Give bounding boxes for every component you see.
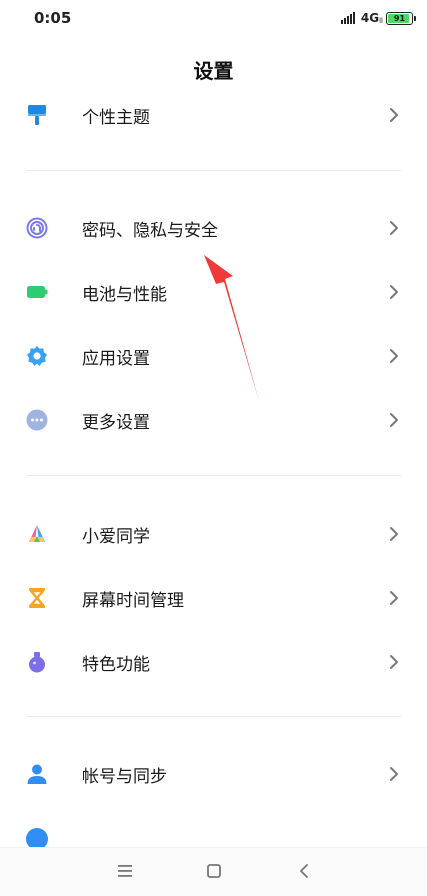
network-sub-label: ll [379, 17, 383, 25]
settings-item-password-privacy[interactable]: 密码、隐私与安全 [0, 199, 427, 257]
chevron-right-icon [390, 413, 398, 427]
settings-item-battery-performance[interactable]: 电池与性能 [0, 263, 427, 321]
more-dots-icon [26, 409, 48, 431]
battery-icon [27, 286, 48, 298]
battery-icon: 91 [386, 11, 416, 25]
chevron-right-icon [390, 767, 398, 781]
fingerprint-icon [26, 217, 48, 239]
settings-item-more-settings[interactable]: 更多设置 [0, 391, 427, 449]
gear-icon [27, 346, 47, 366]
settings-item-label: 小爱同学 [82, 527, 150, 547]
back-icon[interactable] [299, 863, 309, 879]
group-divider [26, 716, 401, 717]
settings-item-account-sync[interactable]: 帐号与同步 [0, 745, 427, 803]
network-label: 4G [360, 11, 380, 25]
chevron-right-icon [390, 655, 398, 669]
settings-item-xiaoai[interactable]: 小爱同学 [0, 505, 427, 563]
group-divider [26, 475, 401, 476]
settings-item-app-settings[interactable]: 应用设置 [0, 327, 427, 385]
chevron-right-icon [390, 527, 398, 541]
status-time: 0:05 [34, 9, 72, 27]
network-type: 4Gll [361, 11, 383, 25]
settings-item-label: 特色功能 [82, 655, 150, 675]
chevron-right-icon [390, 108, 398, 122]
settings-item-label: 更多设置 [82, 413, 150, 433]
status-indicators: 4Gll 91 [340, 10, 416, 26]
settings-item-special-features[interactable]: 特色功能 [0, 633, 427, 691]
chevron-right-icon [390, 285, 398, 299]
settings-item-label: 密码、隐私与安全 [82, 221, 218, 241]
chevron-right-icon [390, 591, 398, 605]
status-bar: 0:05 4Gll 91 [0, 0, 427, 34]
settings-item-label: 电池与性能 [82, 285, 167, 305]
settings-item-screen-time[interactable]: 屏幕时间管理 [0, 569, 427, 627]
hourglass-icon [29, 588, 45, 608]
person-icon [27, 764, 47, 784]
xiaoai-icon [29, 525, 45, 542]
settings-item-theme[interactable]: 个性主题 [0, 86, 427, 144]
battery-level: 91 [393, 13, 406, 23]
paint-brush-icon [28, 105, 46, 125]
chevron-right-icon [390, 349, 398, 363]
home-icon[interactable] [207, 864, 221, 878]
menu-icon[interactable] [118, 865, 132, 877]
chevron-right-icon [390, 221, 398, 235]
signal-icon [340, 12, 356, 24]
settings-item-label: 屏幕时间管理 [82, 591, 184, 611]
group-divider [26, 170, 401, 171]
system-nav-bar [0, 847, 427, 896]
settings-item-label: 帐号与同步 [82, 767, 167, 787]
page-title: 设置 [193, 59, 234, 83]
flask-icon [29, 652, 45, 673]
settings-item-label: 个性主题 [82, 108, 150, 128]
settings-item-label: 应用设置 [82, 349, 150, 369]
